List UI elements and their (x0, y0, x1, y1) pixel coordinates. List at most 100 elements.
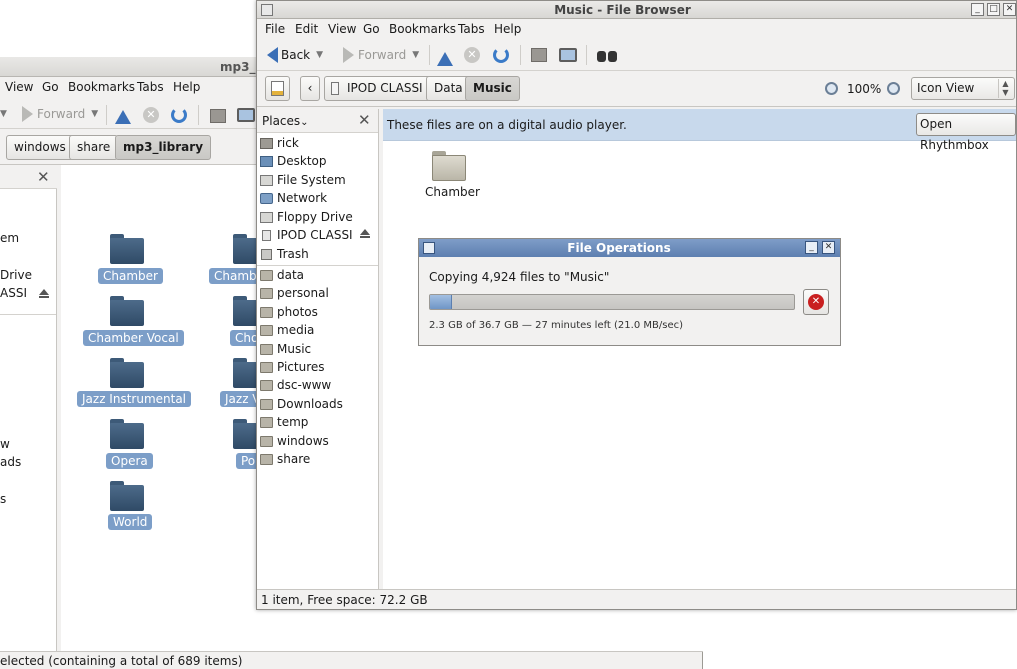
place-network[interactable]: Network (260, 189, 376, 207)
search-button[interactable] (597, 43, 617, 67)
toggle-location-button[interactable] (265, 76, 290, 101)
path-data[interactable]: Data (426, 76, 471, 101)
maximize-button[interactable]: □ (987, 3, 1000, 16)
reload-button[interactable] (493, 43, 509, 67)
bookmark-music[interactable]: Music (260, 340, 376, 358)
computer-button[interactable] (559, 43, 577, 67)
bg-forward-button[interactable]: Forward ▼ (22, 102, 98, 126)
minimize-button[interactable]: _ (971, 3, 984, 16)
close-window-button[interactable]: ✕ (1003, 3, 1016, 16)
bookmark-dsc-www[interactable]: dsc-www (260, 376, 376, 394)
bookmark-photos[interactable]: photos (260, 303, 376, 321)
folder-label[interactable]: World (108, 514, 153, 530)
bookmark-personal[interactable]: personal (260, 284, 376, 302)
bookmark-downloads[interactable]: Downloads (260, 395, 376, 413)
folder-icon[interactable] (432, 151, 466, 181)
bookmark-pictures[interactable]: Pictures (260, 358, 376, 376)
folder-icon[interactable] (110, 419, 144, 449)
menu-view[interactable]: View (328, 22, 356, 36)
path-ipod-classi[interactable]: IPOD CLASSI (324, 76, 431, 101)
bg-sidebar-fragment[interactable]: Drive (0, 268, 32, 282)
bg-sidebar-fragment[interactable]: s (0, 492, 6, 506)
menu-tabs[interactable]: Tabs (458, 22, 485, 36)
forward-button[interactable]: Forward ▼ (343, 43, 419, 67)
folder-label[interactable]: Chamber Vocal (83, 330, 184, 346)
music-icon-view[interactable]: These files are on a digital audio playe… (383, 109, 1016, 589)
up-button[interactable] (437, 47, 453, 71)
bookmark-label: share (277, 452, 311, 466)
stop-button[interactable]: ✕ (464, 43, 480, 67)
file-operations-title: File Operations (567, 241, 671, 255)
minimize-button[interactable]: _ (805, 241, 818, 254)
path-scroll-left-button[interactable]: ‹ (300, 76, 320, 101)
main-window-titlebar[interactable]: Music - File Browser _ □ ✕ (257, 1, 1016, 19)
main-menubar: File Edit View Go Bookmarks Tabs Help (257, 19, 1016, 39)
bg-stop-button[interactable]: ✕ (143, 103, 159, 127)
folder-label[interactable]: Opera (106, 453, 153, 469)
eject-icon[interactable] (360, 229, 370, 238)
bg-up-button[interactable] (115, 105, 131, 129)
place-label: Desktop (277, 154, 327, 168)
place-desktop[interactable]: Desktop (260, 152, 376, 170)
view-mode-select[interactable]: Icon View ▲ ▼ (911, 77, 1015, 100)
bg-sidebar-fragment[interactable]: ads (0, 455, 21, 469)
chevron-down-icon[interactable]: ▼ (412, 50, 419, 60)
bookmark-windows[interactable]: windows (260, 432, 376, 450)
place-floppy-drive[interactable]: Floppy Drive (260, 208, 376, 226)
cancel-copy-button[interactable]: ✕ (803, 289, 829, 315)
path-music[interactable]: Music (465, 76, 520, 101)
close-icon[interactable]: ✕ (37, 168, 50, 186)
file-operations-titlebar[interactable]: File Operations _ ✕ (419, 239, 840, 257)
bg-menu-view[interactable]: View (5, 80, 33, 94)
bookmark-share[interactable]: share (260, 450, 376, 468)
bg-back-dropdown[interactable]: ▼ (0, 102, 7, 126)
bookmark-media[interactable]: media (260, 321, 376, 339)
place-ipod-classi[interactable]: IPOD CLASSI (260, 226, 376, 244)
bg-menu-tabs[interactable]: Tabs (137, 80, 164, 94)
folder-label[interactable]: Chamber (425, 185, 480, 199)
bg-path-windows[interactable]: windows (6, 135, 74, 160)
bg-sidebar-fragment[interactable]: em (0, 231, 19, 245)
place-trash[interactable]: Trash (260, 245, 376, 263)
bg-reload-button[interactable] (171, 103, 187, 127)
file-operations-dialog[interactable]: File Operations _ ✕ Copying 4,924 files … (418, 238, 841, 346)
folder-icon[interactable] (110, 296, 144, 326)
zoom-out-icon[interactable] (825, 82, 838, 95)
eject-icon[interactable] (39, 289, 49, 298)
bg-menu-go[interactable]: Go (42, 80, 59, 94)
menu-help[interactable]: Help (494, 22, 521, 36)
place-file-system[interactable]: File System (260, 171, 376, 189)
places-dropdown[interactable]: Places⌄ (262, 114, 309, 128)
home-button[interactable] (531, 43, 547, 67)
place-rick[interactable]: rick (260, 134, 376, 152)
back-button[interactable]: Back ▼ (267, 43, 323, 67)
bg-menu-bookmarks[interactable]: Bookmarks (68, 80, 135, 94)
desktop-icon (260, 155, 273, 167)
bg-sidebar-fragment[interactable]: ASSI (0, 286, 27, 300)
menu-file[interactable]: File (265, 22, 285, 36)
close-sidepane-icon[interactable]: ✕ (358, 111, 371, 129)
bg-sidebar-fragment[interactable]: w (0, 437, 10, 451)
zoom-level: 100% (847, 82, 882, 96)
menu-go[interactable]: Go (363, 22, 380, 36)
folder-icon[interactable] (110, 481, 144, 511)
folder-icon[interactable] (110, 358, 144, 388)
path-ipod-label: IPOD CLASSI (347, 81, 423, 95)
forward-label: Forward (358, 48, 407, 62)
bookmark-data[interactable]: data (260, 266, 376, 284)
folder-label[interactable]: Chamber (98, 268, 163, 284)
bg-path-share[interactable]: share (69, 135, 119, 160)
chevron-down-icon[interactable]: ▼ (316, 50, 323, 60)
close-dialog-button[interactable]: ✕ (822, 241, 835, 254)
zoom-in-icon[interactable] (887, 82, 900, 95)
folder-icon[interactable] (110, 234, 144, 264)
bg-home-button[interactable] (210, 104, 226, 128)
bg-menu-help[interactable]: Help (173, 80, 200, 94)
bg-path-mp3-library[interactable]: mp3_library (115, 135, 212, 160)
bookmark-temp[interactable]: temp (260, 413, 376, 431)
menu-edit[interactable]: Edit (295, 22, 318, 36)
bg-computer-button[interactable] (237, 103, 255, 127)
menu-bookmarks[interactable]: Bookmarks (389, 22, 456, 36)
open-rhythmbox-button[interactable]: Open Rhythmbox (916, 113, 1016, 152)
folder-label[interactable]: Jazz Instrumental (77, 391, 192, 407)
